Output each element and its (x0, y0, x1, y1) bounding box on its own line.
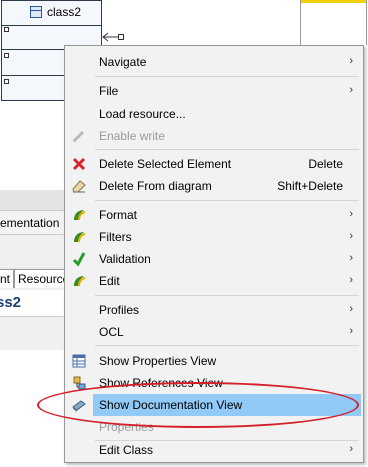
view-toolbar (0, 190, 66, 211)
menu-item-label: Filters (99, 230, 132, 244)
gmf-swirl-icon (71, 273, 87, 289)
subtab-comment[interactable]: nt (0, 269, 15, 288)
pencil-icon (71, 128, 87, 144)
menu-item-navigate[interactable]: Navigate › (65, 51, 363, 73)
menu-separator (95, 200, 359, 201)
view-subtabs: nt Resource (0, 267, 74, 288)
class-header: class2 (2, 1, 101, 26)
lifeline (300, 0, 301, 45)
shortcut-text: Delete (308, 157, 343, 171)
menu-separator (95, 295, 359, 296)
menu-item-label: Load resource... (99, 107, 186, 121)
menu-item-file[interactable]: File › (65, 80, 363, 102)
menu-item-edit-class[interactable]: Edit Class › (65, 439, 363, 461)
delete-x-icon (71, 156, 87, 172)
menu-item-label: Edit Class (99, 443, 154, 457)
menu-item-validation[interactable]: Validation › (65, 248, 363, 270)
menu-item-enable-write: Enable write (65, 125, 363, 147)
resize-handle[interactable] (4, 53, 9, 58)
menu-item-label: Navigate (99, 55, 147, 69)
class-name: class2 (47, 5, 82, 19)
submenu-arrow-icon: › (349, 303, 353, 315)
menu-item-label: Format (99, 208, 138, 222)
connection-arrow-icon[interactable] (102, 32, 126, 42)
eraser-icon (71, 178, 87, 194)
lifeline (366, 0, 367, 45)
menu-item-label: Enable write (99, 129, 166, 143)
class-icon (30, 6, 42, 18)
properties-table-icon (71, 353, 87, 369)
annotation-highlight-circle (37, 382, 359, 428)
view-tab-label: ementation (0, 216, 60, 230)
menu-item-delete-selected[interactable]: Delete Selected Element Delete (65, 153, 363, 175)
menu-item-format[interactable]: Format › (65, 204, 363, 226)
menu-item-label: Validation (99, 252, 151, 266)
gmf-swirl-icon (71, 229, 87, 245)
menu-item-filters[interactable]: Filters › (65, 226, 363, 248)
menu-item-ocl[interactable]: OCL › (65, 321, 363, 343)
submenu-arrow-icon: › (349, 274, 353, 286)
menu-item-show-properties-view[interactable]: Show Properties View (65, 350, 363, 372)
resize-handle[interactable] (4, 27, 9, 32)
view-title: ss2 (0, 294, 22, 311)
checkmark-icon (71, 251, 87, 267)
shortcut-text: Shift+Delete (277, 179, 343, 193)
menu-item-label: Delete From diagram (99, 179, 212, 193)
submenu-arrow-icon: › (349, 84, 353, 96)
menu-item-label: Profiles (99, 303, 140, 317)
menu-separator (95, 76, 359, 77)
menu-item-edit[interactable]: Edit › (65, 270, 363, 292)
submenu-arrow-icon: › (349, 443, 353, 455)
view-title-bar: ss2 (0, 290, 66, 317)
menu-item-profiles[interactable]: Profiles › (65, 299, 363, 321)
resize-handle[interactable] (4, 79, 9, 84)
menu-item-label: OCL (99, 325, 124, 339)
submenu-arrow-icon: › (349, 325, 353, 337)
menu-item-delete-from-diagram[interactable]: Delete From diagram Shift+Delete (65, 175, 363, 197)
submenu-arrow-icon: › (349, 208, 353, 220)
menu-item-label: Show Properties View (99, 354, 217, 368)
menu-separator (95, 345, 359, 346)
submenu-arrow-icon: › (349, 252, 353, 264)
submenu-arrow-icon: › (349, 230, 353, 242)
gmf-swirl-icon (71, 207, 87, 223)
documentation-view: ementation nt Resource ss2 (0, 190, 74, 350)
menu-separator (95, 149, 359, 150)
selection-line (300, 0, 366, 3)
menu-item-label: File (99, 84, 119, 98)
menu-item-label: Edit (99, 274, 120, 288)
menu-item-load-resource[interactable]: Load resource... (65, 103, 363, 125)
submenu-arrow-icon: › (349, 55, 353, 67)
view-tab[interactable]: ementation (0, 212, 66, 235)
menu-item-label: Delete Selected Element (99, 157, 232, 171)
